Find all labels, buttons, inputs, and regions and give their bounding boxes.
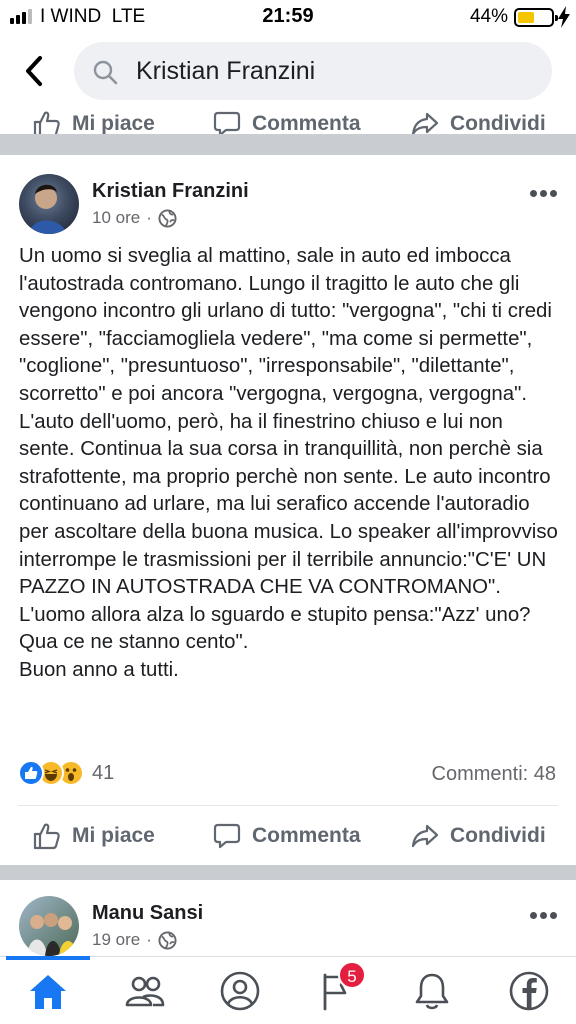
post-meta: 19 ore · [92, 930, 177, 950]
thumbs-up-icon [33, 111, 60, 134]
globe-icon [158, 208, 177, 228]
post-body-text: Un uomo si sveglia al mattino, sale in a… [19, 245, 558, 681]
reaction-count: 41 [92, 761, 115, 784]
post-author-name[interactable]: Manu Sansi [92, 902, 203, 925]
thumbs-up-icon [33, 823, 60, 850]
globe-icon [158, 930, 177, 950]
share-button[interactable]: Condividi [410, 108, 546, 134]
bottom-tab-bar: 5 [0, 956, 576, 1024]
post-options-icon[interactable] [530, 190, 558, 198]
active-tab-indicator [6, 956, 90, 960]
search-query: Kristian Franzini [136, 57, 316, 85]
author-avatar[interactable] [19, 174, 79, 234]
comment-button[interactable]: Commenta [212, 108, 361, 134]
post-time[interactable]: 19 ore [92, 930, 140, 950]
divider [18, 805, 558, 806]
post-actions: Mi piace Commenta Condividi [0, 811, 576, 861]
battery-percent: 44% [469, 6, 508, 27]
like-reaction-icon [18, 760, 44, 786]
comment-button[interactable]: Commenta [212, 811, 361, 861]
post-options-icon[interactable] [530, 912, 558, 920]
meta-separator: · [146, 930, 152, 949]
post-card: Kristian Franzini 10 ore · Un uomo si sv… [0, 155, 576, 865]
share-icon [411, 112, 439, 134]
like-button[interactable]: Mi piace [32, 811, 155, 861]
friends-icon[interactable] [123, 969, 167, 1013]
author-avatar[interactable] [19, 896, 79, 956]
comments-count[interactable]: Commenti: 48 [432, 763, 557, 786]
reactions-summary[interactable]: 41 [18, 760, 114, 786]
search-header: Kristian Franzini [0, 34, 576, 108]
search-icon [93, 60, 118, 85]
meta-separator: · [146, 208, 152, 227]
next-post-card: Manu Sansi 19 ore · [0, 880, 576, 960]
post-author-name[interactable]: Kristian Franzini [92, 180, 249, 203]
feed-separator [0, 865, 576, 880]
profile-icon[interactable] [218, 969, 262, 1013]
status-bar: I WIND LTE 21:59 44% [0, 0, 576, 34]
share-icon [411, 824, 439, 848]
facebook-icon[interactable] [507, 969, 551, 1013]
post-meta: 10 ore · [92, 208, 177, 228]
home-icon[interactable] [26, 969, 70, 1013]
like-button[interactable]: Mi piace [32, 108, 155, 134]
post-time[interactable]: 10 ore [92, 208, 140, 228]
previous-post-actions: Mi piace Commenta Condividi [0, 108, 576, 134]
comment-icon [213, 823, 241, 849]
feed-separator [0, 134, 576, 155]
search-input[interactable]: Kristian Franzini [74, 42, 552, 100]
charging-icon [558, 6, 570, 28]
notifications-icon[interactable] [410, 969, 454, 1013]
back-arrow-icon[interactable] [20, 54, 50, 88]
pages-notification-badge: 5 [338, 961, 366, 989]
share-button[interactable]: Condividi [410, 811, 546, 861]
battery-icon [514, 8, 558, 27]
comment-icon [213, 111, 241, 134]
